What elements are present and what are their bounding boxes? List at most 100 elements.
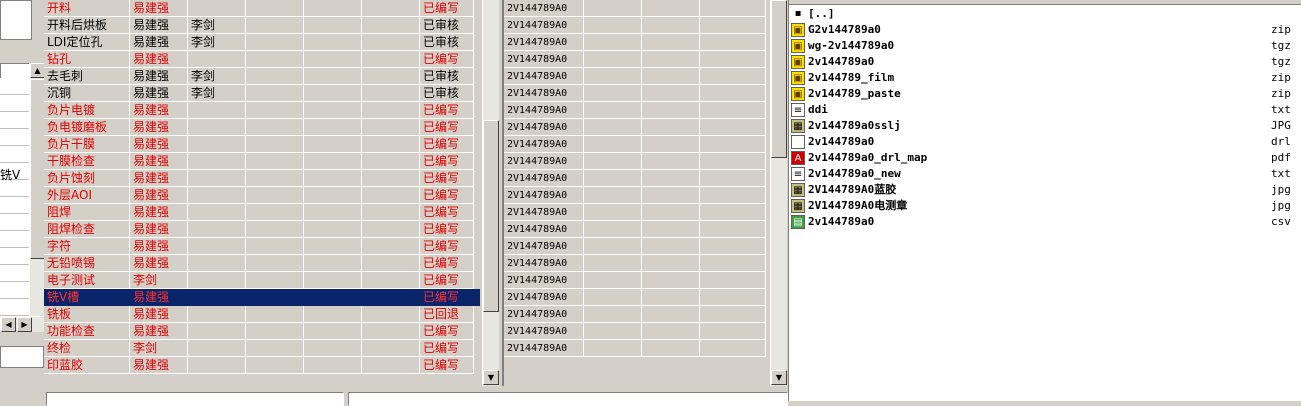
code-row[interactable]: 2V144789A0 (504, 340, 788, 357)
code-row[interactable]: 2V144789A0 (504, 136, 788, 153)
code-vertical-scrollbar[interactable]: ▼ (770, 0, 787, 386)
process-row[interactable]: 字符 易建强 已编写 (44, 238, 480, 255)
process-row[interactable]: 负电镀磨板 易建强 已编写 (44, 119, 480, 136)
empty-cell (584, 51, 642, 68)
empty-cell (642, 272, 700, 289)
code-scroll-down-button[interactable]: ▼ (771, 370, 787, 385)
left-scroll-left-button[interactable]: ◀ (1, 317, 16, 332)
code-row[interactable]: 2V144789A0 (504, 17, 788, 34)
code-cell: 2V144789A0 (504, 119, 584, 136)
process-row[interactable]: 铣V槽 易建强 已编写 (44, 289, 480, 306)
process-row[interactable]: 终检 李剑 已编写 (44, 340, 480, 357)
file-list-item[interactable]: 2v144789a0 drl (791, 134, 1296, 150)
process-row[interactable]: LDI定位孔 易建强 李剑 已审核 (44, 34, 480, 51)
empty-cell (700, 221, 766, 238)
process-row[interactable]: 钻孔 易建强 已编写 (44, 51, 480, 68)
code-row[interactable]: 2V144789A0 (504, 323, 788, 340)
process-row[interactable]: 开料 易建强 已编写 (44, 0, 480, 17)
file-list-item[interactable]: ▣ G2v144789a0 zip (791, 22, 1296, 38)
file-name: ddi (808, 103, 828, 116)
left-vertical-scrollbar[interactable]: ▲ (29, 63, 45, 317)
process-row[interactable]: 印蓝胶 易建强 已编写 (44, 357, 480, 374)
code-row[interactable]: 2V144789A0 (504, 238, 788, 255)
code-row[interactable]: 2V144789A0 (504, 170, 788, 187)
process-name-cell: 铣V槽 (44, 289, 130, 306)
file-list-item[interactable]: ▦ 2V144789A0蓝胶 jpg (791, 182, 1296, 198)
image-file-icon: ▦ (791, 119, 805, 133)
status-cell: 已编写 (420, 272, 474, 289)
process-row[interactable]: 干膜检查 易建强 已编写 (44, 153, 480, 170)
process-vertical-scrollbar[interactable]: ▼ (482, 0, 499, 386)
code-row[interactable]: 2V144789A0 (504, 119, 788, 136)
bottom-field-right[interactable] (348, 392, 788, 406)
file-list-item[interactable]: ▦ 2v144789a0sslj JPG (791, 118, 1296, 134)
empty-cell (246, 187, 304, 204)
code-row[interactable]: 2V144789A0 (504, 289, 788, 306)
code-row[interactable]: 2V144789A0 (504, 51, 788, 68)
code-cell: 2V144789A0 (504, 153, 584, 170)
process-name-cell: 功能检查 (44, 323, 130, 340)
file-list-item[interactable]: ▦ 2V144789A0电测章 jpg (791, 198, 1296, 214)
code-cell: 2V144789A0 (504, 0, 584, 17)
process-row[interactable]: 沉铜 易建强 李剑 已审核 (44, 85, 480, 102)
process-row[interactable]: 阻焊 易建强 已编写 (44, 204, 480, 221)
process-row[interactable]: 负片电镀 易建强 已编写 (44, 102, 480, 119)
file-list-item[interactable]: ▣ 2v144789_film zip (791, 70, 1296, 86)
code-row[interactable]: 2V144789A0 (504, 68, 788, 85)
empty-cell (246, 340, 304, 357)
status-cell: 已编写 (420, 119, 474, 136)
process-row[interactable]: 阻焊检查 易建强 已编写 (44, 221, 480, 238)
code-row[interactable]: 2V144789A0 (504, 187, 788, 204)
status-cell: 已编写 (420, 221, 474, 238)
bottom-field-left[interactable] (46, 392, 344, 406)
left-grid[interactable] (0, 78, 31, 316)
code-cell: 2V144789A0 (504, 323, 584, 340)
process-row[interactable]: 功能检查 易建强 已编写 (44, 323, 480, 340)
file-list-item[interactable]: A 2v144789a0_drl_map pdf (791, 150, 1296, 166)
file-list-item[interactable]: ≡ 2v144789a0_new txt (791, 166, 1296, 182)
file-list-item[interactable]: ▣ 2v144789_paste zip (791, 86, 1296, 102)
file-list-item[interactable]: ▤ 2v144789a0 csv (791, 214, 1296, 230)
code-scroll-thumb[interactable] (771, 0, 787, 158)
left-panel: 铣V ▲ ◀ ▶ (0, 0, 45, 401)
empty-cell (362, 323, 420, 340)
code-row[interactable]: 2V144789A0 (504, 255, 788, 272)
empty-cell (584, 119, 642, 136)
process-row[interactable]: 电子测试 李剑 已编写 (44, 272, 480, 289)
process-row[interactable]: 负片干膜 易建强 已编写 (44, 136, 480, 153)
process-row[interactable]: 负片蚀刻 易建强 已编写 (44, 170, 480, 187)
file-extension: zip (1271, 87, 1291, 100)
code-row[interactable]: 2V144789A0 (504, 272, 788, 289)
code-row[interactable]: 2V144789A0 (504, 204, 788, 221)
file-list-item[interactable]: ▣ wg-2v144789a0 tgz (791, 38, 1296, 54)
process-scroll-thumb[interactable] (483, 120, 499, 312)
file-list-item[interactable]: ≡ ddi txt (791, 102, 1296, 118)
code-row[interactable]: 2V144789A0 (504, 34, 788, 51)
code-row[interactable]: 2V144789A0 (504, 306, 788, 323)
process-row[interactable]: 外层AOI 易建强 已编写 (44, 187, 480, 204)
empty-cell (304, 357, 362, 374)
empty-cell (304, 17, 362, 34)
code-row[interactable]: 2V144789A0 (504, 102, 788, 119)
file-extension: drl (1271, 135, 1291, 148)
left-scroll-right-button[interactable]: ▶ (17, 317, 32, 332)
code-row[interactable]: 2V144789A0 (504, 85, 788, 102)
process-row[interactable]: 去毛刺 易建强 李剑 已审核 (44, 68, 480, 85)
code-cell: 2V144789A0 (504, 85, 584, 102)
code-row[interactable]: 2V144789A0 (504, 221, 788, 238)
code-row[interactable]: 2V144789A0 (504, 153, 788, 170)
empty-cell (304, 153, 362, 170)
code-cell: 2V144789A0 (504, 102, 584, 119)
left-scroll-thumb[interactable] (30, 79, 45, 259)
process-scroll-down-button[interactable]: ▼ (483, 370, 499, 385)
file-name: 2v144789_film (808, 71, 895, 84)
process-row[interactable]: 无铅喷锡 易建强 已编写 (44, 255, 480, 272)
left-scroll-up-button[interactable]: ▲ (30, 63, 45, 78)
file-list-item[interactable]: ▣ 2v144789a0 tgz (791, 54, 1296, 70)
code-row[interactable]: 2V144789A0 (504, 0, 788, 17)
empty-cell (642, 340, 700, 357)
file-list-item[interactable]: ▪ [..] (791, 6, 1296, 22)
left-horizontal-scrollbar[interactable]: ◀ ▶ (0, 316, 45, 332)
process-row[interactable]: 开料后烘板 易建强 李剑 已审核 (44, 17, 480, 34)
process-row[interactable]: 铣板 易建强 已回退 (44, 306, 480, 323)
